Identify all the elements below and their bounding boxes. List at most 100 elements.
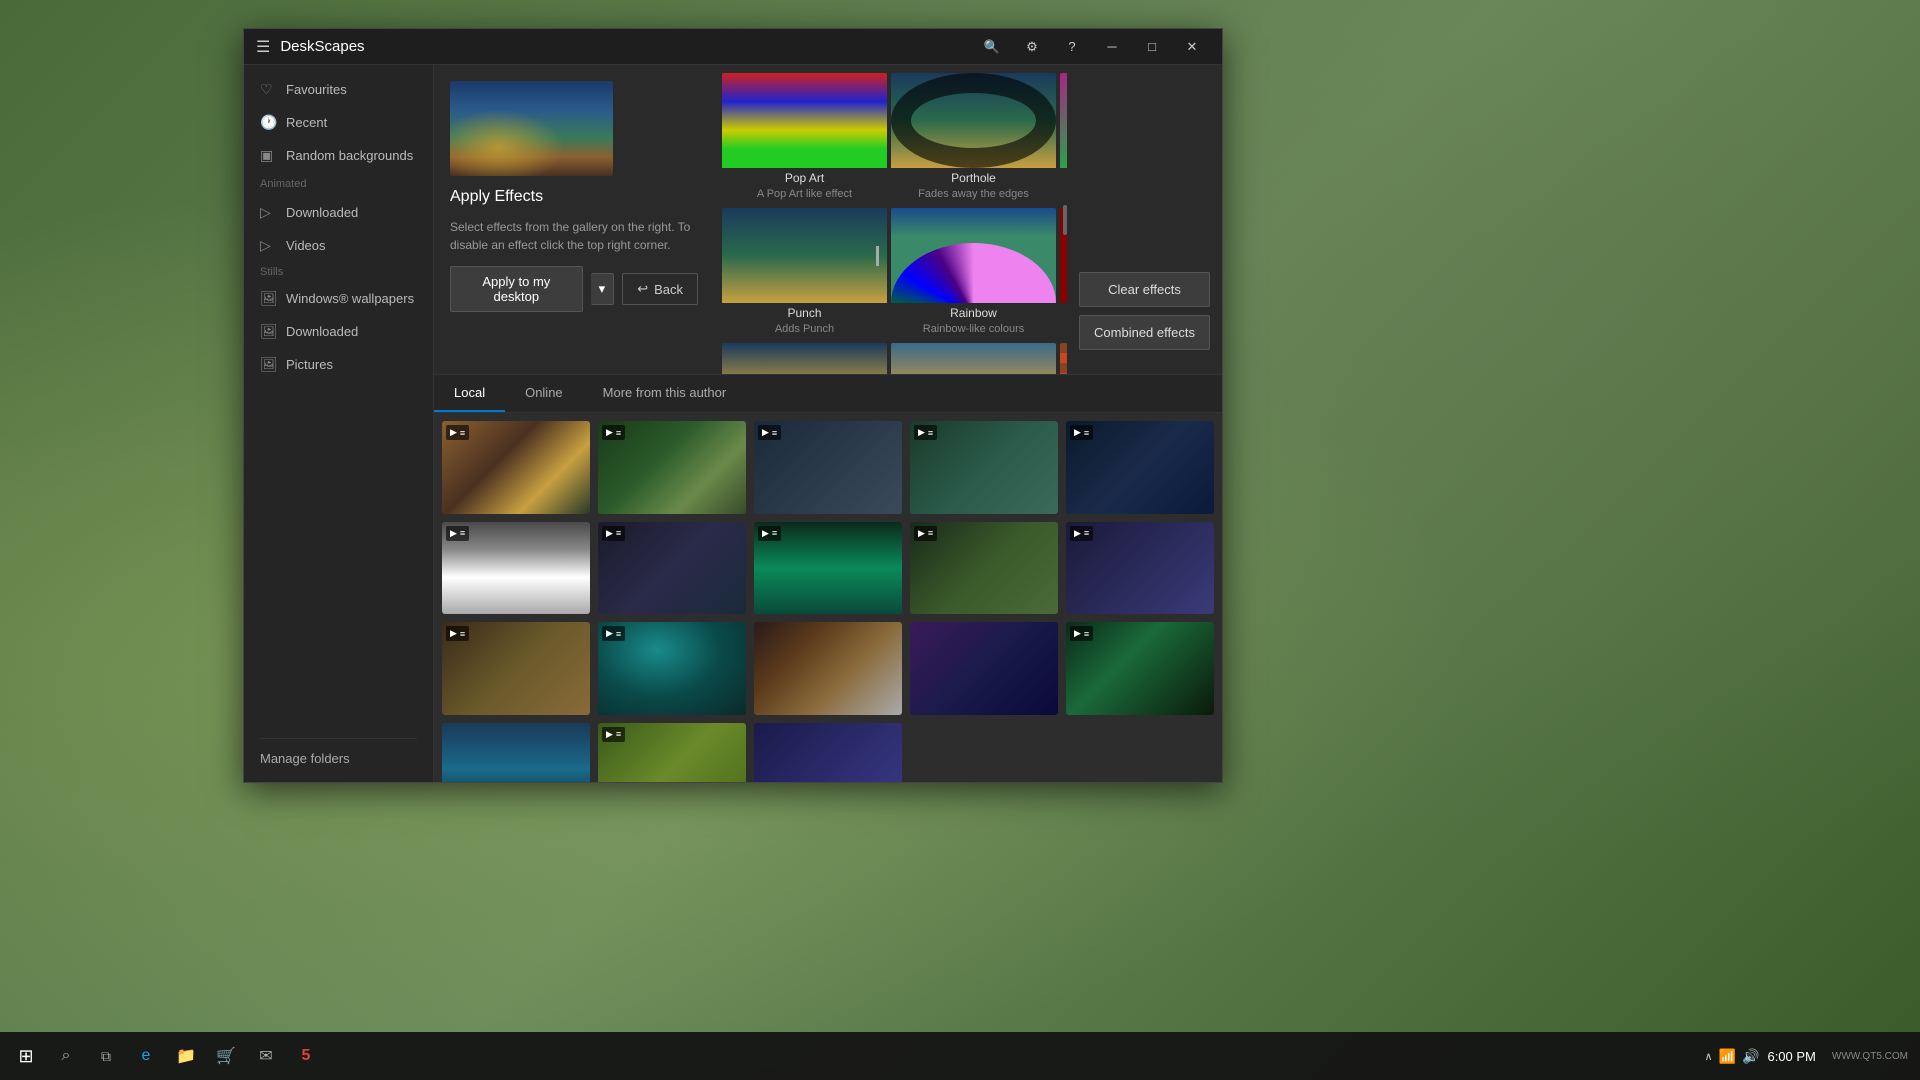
network-icon: 📶: [1719, 1048, 1736, 1065]
play-icon: ▶: [606, 729, 613, 740]
wallpaper-badge-5: ▶≡: [1070, 425, 1093, 440]
wallpaper-item-2[interactable]: ▶≡: [598, 421, 746, 514]
stills-section-label: Stills: [244, 262, 433, 282]
effect-item-checker[interactable]: [1060, 343, 1067, 374]
taskbar-app-button[interactable]: 5: [288, 1038, 324, 1074]
effect-sublabel-punch: Adds Punch: [722, 323, 887, 339]
sidebar-label-recent: Recent: [286, 115, 327, 130]
sidebar-label-downloaded-stills: Downloaded: [286, 324, 358, 339]
combined-effects-button[interactable]: Combined effects: [1079, 315, 1210, 350]
effect-item-partial2[interactable]: [891, 343, 1056, 374]
effect-item-porthole[interactable]: Porthole Fades away the edges: [891, 73, 1056, 204]
badge-text: ≡: [616, 729, 621, 739]
wallpaper-item-7[interactable]: ▶≡: [598, 522, 746, 615]
wallpaper-item-10[interactable]: ▶≡: [1066, 522, 1214, 615]
effect-sublabel-rainbow: Rainbow-like colours: [891, 323, 1056, 339]
close-button[interactable]: ✕: [1174, 29, 1210, 65]
back-icon: ↩: [637, 281, 648, 297]
manage-folders-button[interactable]: Manage folders: [260, 738, 417, 774]
sidebar-item-random-backgrounds[interactable]: ▣ Random backgrounds: [244, 139, 433, 172]
sidebar-item-downloaded-stills[interactable]: 🖼 Downloaded: [244, 315, 433, 348]
taskbar-left: ⊞ ⌕ ⧉ e 📁 🛒 ✉ 5: [0, 1038, 332, 1074]
effect-item-pop-art[interactable]: Pop Art A Pop Art like effect: [722, 73, 887, 204]
play-icon: ▶: [762, 427, 769, 438]
effect-thumb-partial2: [891, 343, 1056, 374]
effect-thumb-rainbow: [891, 208, 1056, 303]
maximize-button[interactable]: □: [1134, 29, 1170, 65]
sidebar-item-windows-wallpapers[interactable]: 🖼 Windows® wallpapers: [244, 282, 433, 315]
wallpaper-item-3[interactable]: ▶≡: [754, 421, 902, 514]
wallpaper-item-13[interactable]: [754, 622, 902, 715]
heart-icon: ♡: [260, 81, 276, 98]
effect-item-partial1[interactable]: [722, 343, 887, 374]
sidebar-item-downloaded-animated[interactable]: ▷ Downloaded: [244, 196, 433, 229]
wallpaper-grid: ▶≡▶≡▶≡▶≡▶≡▶≡▶≡▶≡▶≡▶≡▶≡▶≡▶≡▶≡: [442, 421, 1214, 782]
wallpaper-item-12[interactable]: ▶≡: [598, 622, 746, 715]
play-icon: ▶: [606, 427, 613, 438]
sidebar-item-videos[interactable]: ▷ Videos: [244, 229, 433, 262]
back-button[interactable]: ↩ Back: [622, 273, 698, 305]
effect-item-punch[interactable]: Punch Adds Punch: [722, 208, 887, 339]
taskbar-store-button[interactable]: 🛒: [208, 1038, 244, 1074]
sidebar-item-favourites[interactable]: ♡ Favourites: [244, 73, 433, 106]
sidebar-label-random: Random backgrounds: [286, 148, 413, 163]
taskbar-start-button[interactable]: ⊞: [8, 1038, 44, 1074]
taskbar-mail-button[interactable]: ✉: [248, 1038, 284, 1074]
wallpaper-item-14[interactable]: [910, 622, 1058, 715]
apply-desktop-button[interactable]: Apply to my desktop: [450, 266, 583, 312]
apply-effects-title: Apply Effects: [450, 188, 698, 206]
wallpaper-item-11[interactable]: ▶≡: [442, 622, 590, 715]
sidebar-item-recent[interactable]: 🕐 Recent: [244, 106, 433, 139]
taskbar-search-button[interactable]: ⌕: [48, 1038, 84, 1074]
tab-local[interactable]: Local: [434, 375, 505, 412]
wallpaper-badge-7: ▶≡: [602, 526, 625, 541]
effect-item-rainbow[interactable]: Rainbow Rainbow-like colours: [891, 208, 1056, 339]
wallpaper-item-15[interactable]: ▶≡: [1066, 622, 1214, 715]
effects-gallery: Pop Art A Pop Art like effect Porthole F…: [714, 65, 1067, 374]
wallpaper-item-1[interactable]: ▶≡: [442, 421, 590, 514]
wallpaper-item-9[interactable]: ▶≡: [910, 522, 1058, 615]
wallpaper-item-16[interactable]: [442, 723, 590, 783]
effect-item-psychedelic[interactable]: Psychedelic Trippy colours!: [1060, 73, 1067, 204]
title-bar-left: ☰ DeskScapes: [256, 37, 974, 57]
effect-label-porthole: Porthole: [891, 168, 1056, 188]
wallpaper-badge-1: ▶≡: [446, 425, 469, 440]
preview-image-inner: [450, 81, 613, 176]
wallpaper-badge-15: ▶≡: [1070, 626, 1093, 641]
badge-text: ≡: [460, 629, 465, 639]
clear-effects-button[interactable]: Clear effects: [1079, 272, 1210, 307]
video-icon-2: ▷: [260, 237, 276, 254]
taskbar-ie-button[interactable]: e: [128, 1038, 164, 1074]
wallpaper-badge-17: ▶≡: [602, 727, 625, 742]
wallpaper-item-4[interactable]: ▶≡: [910, 421, 1058, 514]
badge-text: ≡: [1084, 428, 1089, 438]
play-icon: ▶: [918, 427, 925, 438]
settings-button[interactable]: ⚙: [1014, 29, 1050, 65]
badge-text: ≡: [616, 629, 621, 639]
animated-section-label: Animated: [244, 172, 433, 196]
wallpaper-item-18[interactable]: [754, 723, 902, 783]
minimize-button[interactable]: ─: [1094, 29, 1130, 65]
taskbar-task-view[interactable]: ⧉: [88, 1038, 124, 1074]
video-icon-1: ▷: [260, 204, 276, 221]
sidebar-label-downloaded-animated: Downloaded: [286, 205, 358, 220]
wallpaper-badge-11: ▶≡: [446, 626, 469, 641]
badge-text: ≡: [460, 428, 465, 438]
taskbar-folder-button[interactable]: 📁: [168, 1038, 204, 1074]
wallpaper-item-6[interactable]: ▶≡: [442, 522, 590, 615]
wallpaper-item-8[interactable]: ▶≡: [754, 522, 902, 615]
taskbar-clock[interactable]: 6:00 PM: [1767, 1049, 1815, 1064]
tab-online[interactable]: Online: [505, 375, 583, 412]
title-bar: ☰ DeskScapes 🔍 ⚙ ? ─ □ ✕: [244, 29, 1222, 65]
tab-more-from-author[interactable]: More from this author: [583, 375, 747, 412]
wallpaper-item-5[interactable]: ▶≡: [1066, 421, 1214, 514]
search-button[interactable]: 🔍: [974, 29, 1010, 65]
taskbar-system-icons: ∧ 📶 🔊: [1705, 1048, 1760, 1065]
apply-dropdown-button[interactable]: ▾: [591, 273, 615, 305]
badge-text: ≡: [772, 428, 777, 438]
wallpaper-item-17[interactable]: ▶≡: [598, 723, 746, 783]
sidebar-item-pictures[interactable]: 🖼 Pictures: [244, 348, 433, 381]
help-button[interactable]: ?: [1054, 29, 1090, 65]
chevron-icon[interactable]: ∧: [1705, 1050, 1713, 1063]
menu-icon[interactable]: ☰: [256, 37, 270, 57]
